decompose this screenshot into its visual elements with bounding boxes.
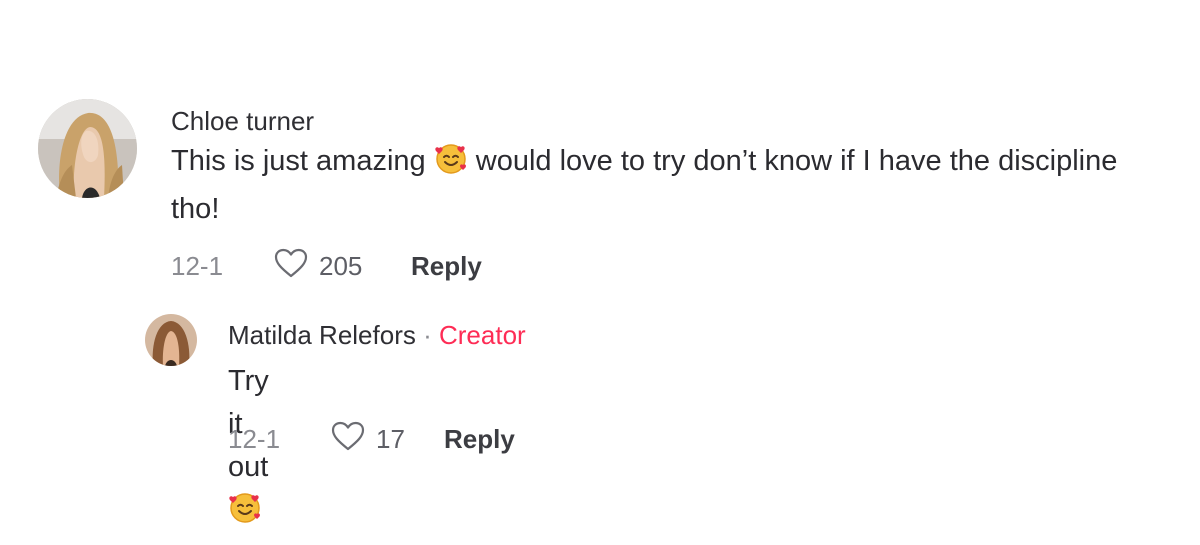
separator: · (423, 320, 432, 350)
reply-username[interactable]: Matilda Relefors (228, 320, 416, 350)
avatar[interactable] (38, 99, 137, 198)
smiling-face-with-hearts-icon (434, 141, 468, 188)
like-button[interactable]: 17 (330, 420, 444, 459)
like-count: 17 (376, 424, 405, 454)
reply-date: 12-1 (228, 424, 281, 454)
comment-text-part-1: This is just amazing (171, 145, 426, 177)
reply-username-line: Matilda Relefors · Creator (228, 320, 526, 351)
reply-button[interactable]: Reply (444, 424, 515, 455)
avatar-image (38, 99, 137, 198)
smiling-face-with-hearts-icon (228, 490, 262, 537)
comment-text: This is just amazing would love to try d… (171, 140, 1171, 231)
like-count: 205 (319, 251, 363, 281)
avatar-image (145, 314, 197, 366)
heart-outline-icon[interactable] (273, 247, 309, 286)
like-button[interactable]: 205 (273, 247, 411, 286)
reply-meta: 12-1 17 Reply (228, 420, 515, 459)
comment-username[interactable]: Chloe turner (171, 106, 314, 137)
comment-meta: 12-1 205 Reply (171, 247, 482, 286)
comment-date: 12-1 (171, 251, 224, 281)
reply-button[interactable]: Reply (411, 251, 482, 282)
heart-outline-icon[interactable] (330, 420, 366, 459)
avatar[interactable] (145, 314, 197, 366)
creator-badge: Creator (439, 320, 526, 350)
